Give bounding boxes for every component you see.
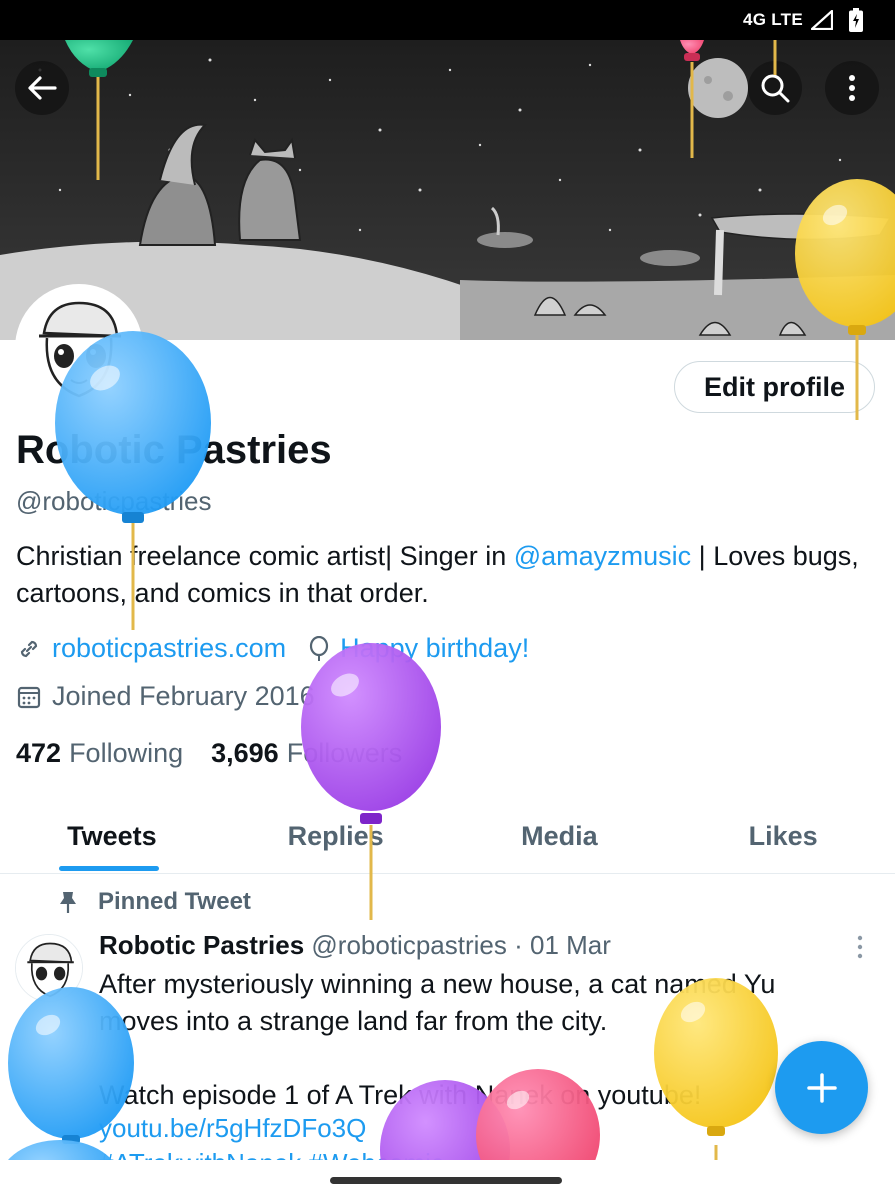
back-button[interactable] [15, 61, 69, 115]
link-icon [20, 640, 38, 657]
following-count[interactable]: 472 [16, 738, 61, 769]
followers-label[interactable]: Followers [287, 738, 403, 769]
balloon-purple [301, 643, 441, 920]
bio-mention-link[interactable]: @amayzmusic [514, 541, 691, 571]
tab-replies[interactable]: Replies [224, 800, 448, 873]
tweet-more-icon[interactable] [853, 935, 867, 959]
tweet-body: After mysteriously winning a new house, … [99, 966, 859, 1114]
tweet-header: Robotic Pastries @roboticpastries · 01 M… [99, 930, 611, 961]
website-link[interactable]: roboticpastries.com [52, 633, 286, 664]
network-label: 4G LTE [742, 10, 803, 29]
battery-charging-icon [849, 8, 863, 32]
tweet-date: · 01 Mar [514, 930, 611, 960]
profile-meta-row: roboticpastries.com Happy birthday! [16, 633, 529, 664]
followers-count[interactable]: 3,696 [211, 738, 279, 769]
profile-display-name: Robotic Pastries [16, 428, 332, 472]
pinned-tweet-label: Pinned Tweet [58, 888, 251, 916]
profile-avatar[interactable] [15, 284, 143, 412]
pinned-tweet-text: Pinned Tweet [98, 888, 251, 915]
profile-joined-row: Joined February 2016 [16, 681, 315, 712]
tweet-link[interactable]: youtu.be/r5gHfzDFo3Q [99, 1113, 366, 1144]
bio-text: Christian freelance comic artist| Singer… [16, 541, 514, 571]
avatar-image [16, 935, 82, 1001]
home-gesture-handle[interactable] [330, 1177, 562, 1184]
tweet-text-paragraph: Watch episode 1 of A Trek with Nanek on … [99, 1080, 702, 1110]
active-tab-indicator [59, 866, 159, 871]
more-options-button[interactable] [825, 61, 879, 115]
follow-stats: 472 Following 3,696 Followers [16, 738, 430, 769]
signal-icon [811, 10, 833, 30]
profile-handle: @roboticpastries [16, 486, 212, 516]
arrow-left-icon [28, 76, 57, 100]
search-icon [761, 74, 790, 103]
pin-icon [60, 892, 76, 913]
tab-media[interactable]: Media [448, 800, 672, 873]
tweet-author-handle[interactable]: @roboticpastries [311, 930, 506, 960]
joined-date: Joined February 2016 [52, 681, 315, 711]
edit-profile-button[interactable]: Edit profile [674, 361, 875, 413]
compose-tweet-button[interactable] [775, 1041, 868, 1134]
more-vertical-icon [849, 75, 855, 101]
avatar-image [19, 288, 139, 408]
profile-tabs: Tweets Replies Media Likes [0, 800, 895, 874]
status-bar: 4G LTE [0, 0, 895, 40]
tab-tweets[interactable]: Tweets [0, 800, 224, 873]
search-button[interactable] [748, 61, 802, 115]
balloon-icon [309, 635, 329, 661]
tab-likes[interactable]: Likes [671, 800, 895, 873]
tweet-author-avatar[interactable] [15, 934, 83, 1002]
following-label[interactable]: Following [69, 738, 183, 769]
tweet-text-paragraph: After mysteriously winning a new house, … [99, 969, 776, 1036]
birthday-text: Happy birthday! [340, 633, 530, 663]
calendar-icon [17, 686, 41, 708]
plus-icon [806, 1072, 837, 1103]
tweet-author-name[interactable]: Robotic Pastries [99, 930, 304, 960]
profile-bio: Christian freelance comic artist| Singer… [16, 538, 876, 612]
tweet-hashtags[interactable]: #ATrekwithNanek #Webcomic [99, 1148, 444, 1160]
